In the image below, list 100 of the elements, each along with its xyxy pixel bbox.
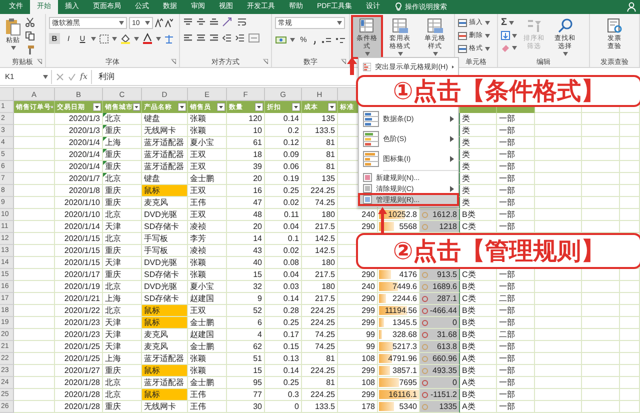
caret-icon[interactable] bbox=[512, 46, 517, 50]
cell-text: 重庆 bbox=[105, 269, 121, 280]
phonetic-icon[interactable] bbox=[164, 34, 174, 44]
cell-text: 北京 bbox=[105, 389, 121, 400]
clipboard-icon bbox=[5, 18, 21, 36]
pointer-arrow bbox=[347, 57, 357, 75]
borders-icon[interactable] bbox=[99, 34, 109, 44]
caret-icon[interactable] bbox=[134, 36, 139, 40]
caret-icon[interactable] bbox=[10, 46, 16, 50]
cell-text: 1689.6 bbox=[432, 282, 457, 291]
fill-down-icon[interactable] bbox=[501, 31, 510, 40]
filter-button[interactable] bbox=[178, 103, 186, 111]
caret-icon[interactable] bbox=[43, 74, 48, 78]
caret-icon[interactable] bbox=[562, 52, 568, 56]
caret-icon[interactable] bbox=[485, 20, 490, 24]
table-cell: 李芳 bbox=[188, 233, 227, 245]
table-cell: 142.5 bbox=[302, 245, 338, 257]
scissors-icon[interactable] bbox=[25, 17, 35, 27]
caret-icon[interactable] bbox=[509, 20, 514, 24]
cell-text: 重庆 bbox=[105, 185, 121, 196]
table-cell: 无线网卡 bbox=[142, 401, 188, 413]
lightbulb-icon[interactable] bbox=[395, 2, 402, 12]
merge-cells-icon[interactable] bbox=[248, 33, 260, 43]
cell-text: 1335 bbox=[439, 402, 457, 411]
table-cell: 0.28 bbox=[265, 305, 302, 317]
filter-button[interactable] bbox=[255, 103, 263, 111]
align-right-icon[interactable] bbox=[209, 33, 219, 43]
align-top-icon[interactable] bbox=[183, 17, 193, 27]
cell-text: 1612.8 bbox=[432, 210, 457, 219]
caret-icon[interactable] bbox=[91, 36, 96, 40]
dialog-launcher-icon[interactable] bbox=[341, 59, 346, 64]
table-cell: 2020/1/22 bbox=[55, 305, 103, 317]
caret-icon[interactable] bbox=[512, 34, 517, 38]
table-cell: 赵建国 bbox=[188, 329, 227, 341]
table-cell: B类 bbox=[460, 389, 497, 401]
table-cell: 王双 bbox=[188, 161, 227, 173]
dialog-launcher-icon[interactable] bbox=[37, 59, 42, 64]
table-cell: 9 bbox=[227, 293, 265, 305]
caret-icon[interactable] bbox=[290, 38, 295, 42]
table-cell: 张颖 bbox=[188, 257, 227, 269]
cell-text: 重庆 bbox=[105, 197, 121, 208]
insert-function-button[interactable]: fx bbox=[80, 72, 88, 81]
fill-color-icon[interactable] bbox=[120, 33, 131, 44]
user-icon[interactable] bbox=[627, 2, 636, 12]
filter-button[interactable] bbox=[328, 103, 336, 111]
copy-icon[interactable] bbox=[25, 31, 35, 41]
table-cell: 47 bbox=[227, 197, 265, 209]
cell-text: 613.8 bbox=[436, 342, 457, 351]
table-cell: 240 bbox=[338, 209, 378, 221]
caret-icon[interactable] bbox=[485, 34, 490, 38]
table-cell: 类 bbox=[460, 149, 497, 161]
grow-font-icon[interactable] bbox=[155, 18, 163, 28]
increase-indent-icon[interactable] bbox=[235, 33, 245, 43]
caret-icon[interactable] bbox=[485, 46, 490, 50]
filter-button[interactable] bbox=[93, 103, 101, 111]
table-cell: 2020/1/28 bbox=[55, 389, 103, 401]
table-cell: 2020/1/7 bbox=[55, 173, 103, 185]
table-cell: 王伟 bbox=[188, 389, 227, 401]
filter-button[interactable] bbox=[133, 103, 140, 111]
align-left-icon[interactable] bbox=[183, 33, 193, 43]
text-orientation-icon[interactable] bbox=[222, 17, 234, 27]
caret-icon[interactable] bbox=[112, 36, 117, 40]
format-painter-icon[interactable] bbox=[25, 45, 35, 55]
align-middle-icon[interactable] bbox=[196, 17, 206, 27]
table-cell: 224.25 bbox=[302, 185, 338, 197]
filter-button[interactable] bbox=[292, 103, 300, 111]
table-cell: A类 bbox=[460, 353, 497, 365]
cell-text: 0 bbox=[452, 378, 457, 387]
table-cell: 一部 bbox=[497, 197, 535, 209]
caret-icon[interactable] bbox=[156, 36, 161, 40]
decrease-indent-icon[interactable] bbox=[222, 33, 232, 43]
invoice-search-icon[interactable] bbox=[606, 18, 622, 34]
table-cell: 0.14 bbox=[265, 365, 302, 377]
autosum-button[interactable]: Σ bbox=[501, 17, 508, 28]
table-cell: 40 bbox=[227, 257, 265, 269]
caret-icon[interactable] bbox=[119, 21, 124, 25]
dialog-launcher-icon[interactable] bbox=[171, 59, 176, 64]
currency-icon[interactable] bbox=[275, 34, 287, 44]
table-cell: 290 bbox=[338, 269, 378, 281]
align-center-icon[interactable] bbox=[196, 33, 206, 43]
wrap-text-icon[interactable] bbox=[237, 17, 247, 27]
table-cell: 0.08 bbox=[265, 257, 302, 269]
shrink-font-icon[interactable] bbox=[165, 18, 173, 28]
table-cell: 81 bbox=[302, 161, 338, 173]
submenu-arrow-icon bbox=[450, 116, 454, 122]
table-cell: 81 bbox=[302, 353, 338, 365]
caret-icon[interactable] bbox=[145, 21, 150, 25]
filter-button[interactable] bbox=[217, 103, 225, 111]
align-bottom-icon[interactable] bbox=[209, 17, 219, 27]
table-cell: 鼠标 bbox=[142, 317, 188, 329]
table-cell: B类 bbox=[460, 305, 497, 317]
font-color-icon[interactable] bbox=[142, 33, 153, 44]
table-cell: 81 bbox=[302, 377, 338, 389]
table-cell: 张颖 bbox=[188, 365, 227, 377]
search-icon[interactable] bbox=[557, 18, 573, 34]
table-cell: 2020/1/10 bbox=[55, 209, 103, 221]
caret-icon[interactable] bbox=[337, 21, 342, 25]
table-cell: 一部 bbox=[497, 185, 535, 197]
table-cell: 一部 bbox=[497, 401, 535, 413]
dialog-launcher-icon[interactable] bbox=[263, 59, 268, 64]
